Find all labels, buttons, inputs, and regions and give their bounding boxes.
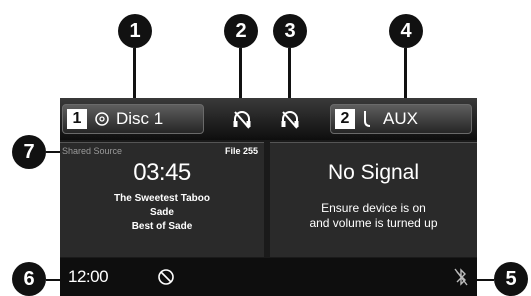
aux-status-panel[interactable]: No Signal Ensure device is on and volume…	[270, 142, 477, 257]
source-bar: 1 Disc 1 2 AUX	[60, 98, 477, 140]
callout-2: 2	[224, 14, 258, 48]
infotainment-screen: 1 Disc 1 2 AUX Shared Source File 255 03…	[60, 98, 477, 296]
bluetooth-off-icon	[454, 268, 468, 286]
source-1-label: Disc 1	[116, 109, 164, 128]
source-1-button[interactable]: 1 Disc 1	[62, 104, 204, 134]
status-bar: 12:00	[60, 258, 477, 296]
source-2-label: AUX	[383, 109, 418, 128]
signal-message-line1: Ensure device is on	[321, 201, 426, 215]
source-2-number: 2	[335, 109, 355, 129]
no-signal-title: No Signal	[327, 161, 420, 184]
aux-plug-icon	[364, 111, 371, 127]
track-album: Best of Sade	[131, 221, 193, 232]
callout-1: 1	[118, 14, 152, 48]
callout-6: 6	[12, 262, 46, 296]
disc-icon	[95, 112, 109, 126]
callout-5: 5	[494, 262, 528, 296]
callout-4: 4	[389, 14, 423, 48]
track-title: The Sweetest Taboo	[114, 193, 210, 204]
elapsed-time: 03:45	[133, 159, 191, 186]
source-2-button[interactable]: 2 AUX	[330, 104, 472, 134]
no-entry-icon	[158, 269, 174, 285]
track-artist: Sade	[150, 207, 174, 218]
shared-source-label: Shared Source	[62, 146, 123, 156]
source-1-number: 1	[67, 109, 87, 129]
now-playing-panel[interactable]: Shared Source File 255 03:45 The Sweetes…	[60, 142, 264, 257]
signal-message-line2: and volume is turned up	[309, 216, 438, 230]
file-number: File 255	[224, 146, 258, 156]
callout-7: 7	[12, 135, 46, 169]
headphone-off-icon	[281, 111, 299, 129]
clock: 12:00	[68, 267, 109, 286]
callout-3: 3	[273, 14, 307, 48]
headphone-off-icon	[233, 111, 251, 129]
